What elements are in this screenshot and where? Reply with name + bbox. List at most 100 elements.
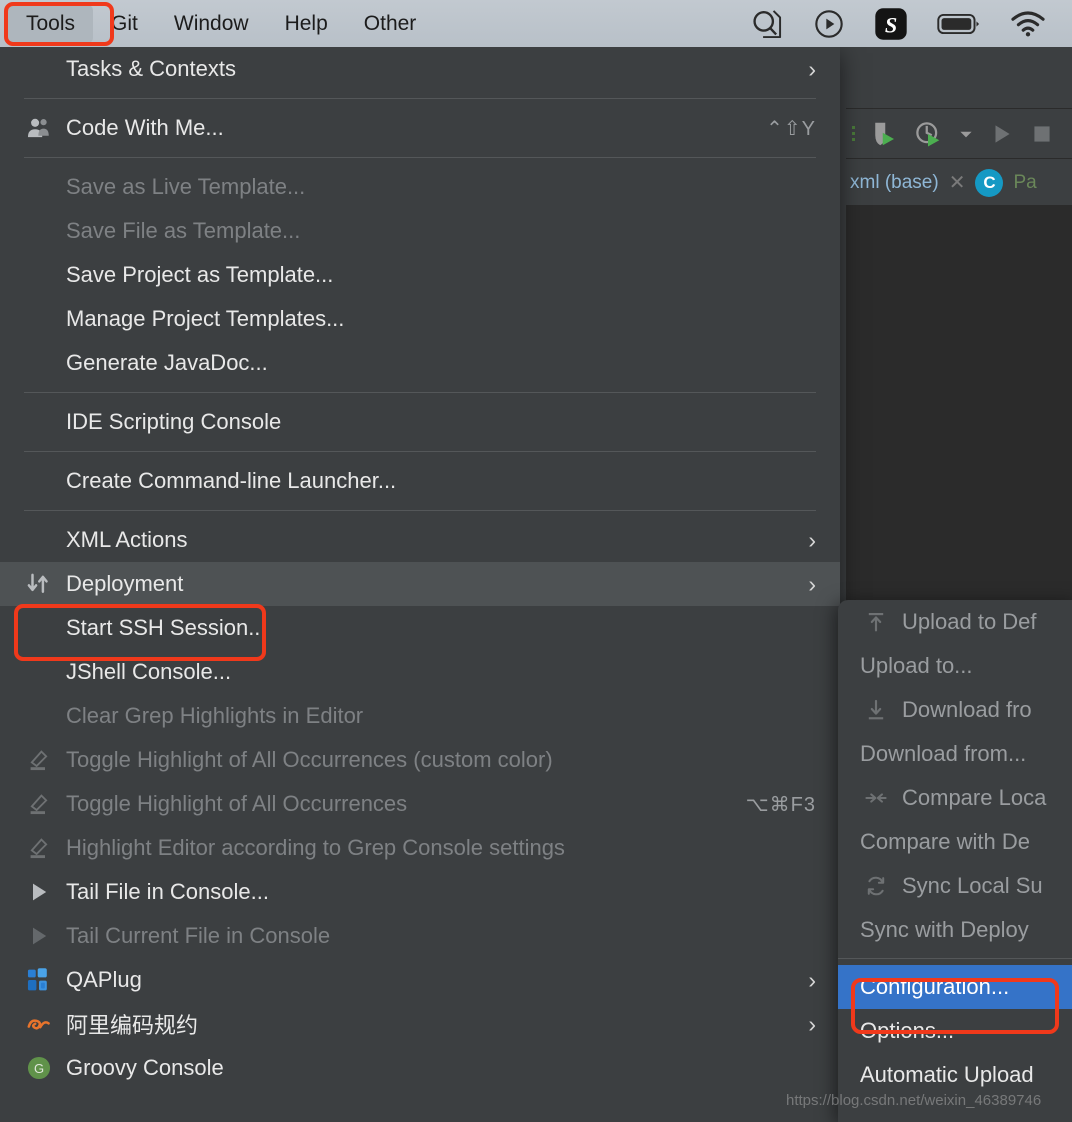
- marker-icon: [24, 792, 54, 816]
- play-triangle-icon: [24, 880, 54, 904]
- run-button-icon[interactable]: [989, 121, 1015, 147]
- control-center-play-icon[interactable]: [813, 8, 845, 40]
- menu-item-jshell-console[interactable]: JShell Console...: [0, 650, 840, 694]
- menu-item-label: Manage Project Templates...: [66, 306, 345, 331]
- menu-item-label: Code With Me...: [66, 115, 224, 140]
- submenu-item-compare-local[interactable]: Compare Loca: [838, 776, 1072, 820]
- menu-item-label: Save Project as Template...: [66, 262, 334, 287]
- menu-item-tail-current-file-in-console: Tail Current File in Console: [0, 914, 840, 958]
- menu-separator: [24, 510, 816, 511]
- chevron-down-icon[interactable]: [957, 125, 975, 143]
- menu-item-label: Highlight Editor according to Grep Conso…: [66, 835, 565, 860]
- menu-item-deployment[interactable]: Deployment ›: [0, 562, 840, 606]
- menu-item-label: Tail File in Console...: [66, 879, 269, 904]
- marker-icon: [24, 836, 54, 860]
- menu-item-generate-javadoc[interactable]: Generate JavaDoc...: [0, 341, 840, 385]
- submenu-item-configuration[interactable]: Configuration...: [838, 965, 1072, 1009]
- menu-item-label: Create Command-line Launcher...: [66, 468, 397, 493]
- menu-item-groovy-console[interactable]: G Groovy Console: [0, 1046, 840, 1090]
- menubar-item-help[interactable]: Help: [267, 5, 346, 43]
- submenu-item-label: Download fro: [902, 697, 1032, 722]
- s-app-icon[interactable]: S: [874, 7, 908, 41]
- submenu-item-sync-with-deployed[interactable]: Sync with Deploy: [838, 908, 1072, 952]
- menubar-item-other[interactable]: Other: [346, 5, 435, 43]
- sync-icon: [860, 874, 892, 898]
- submenu-item-label: Upload to...: [860, 653, 973, 678]
- menu-item-label: Save File as Template...: [66, 218, 301, 243]
- stop-button-icon[interactable]: [1029, 121, 1055, 147]
- svg-text:S: S: [885, 12, 897, 37]
- toolbar-dots-icon: [852, 126, 855, 141]
- menu-item-label: Groovy Console: [66, 1055, 224, 1080]
- submenu-item-label: Compare with De: [860, 829, 1030, 854]
- menu-item-save-project-as-template[interactable]: Save Project as Template...: [0, 253, 840, 297]
- menu-item-toggle-highlight-custom-color: Toggle Highlight of All Occurrences (cus…: [0, 738, 840, 782]
- spotlight-search-icon[interactable]: [750, 7, 784, 41]
- macos-menu-bar: Tools Git Window Help Other S: [0, 0, 1072, 47]
- submenu-item-options[interactable]: Options...: [838, 1009, 1072, 1053]
- chevron-right-icon: ›: [808, 570, 816, 597]
- chevron-right-icon: ›: [808, 1010, 816, 1037]
- menu-item-shortcut: ⌃⇧Y: [766, 117, 816, 140]
- menu-item-label: Tasks & Contexts: [66, 56, 236, 81]
- deployment-submenu: Upload to Def Upload to... Download fro …: [838, 600, 1072, 1122]
- submenu-item-upload-to[interactable]: Upload to...: [838, 644, 1072, 688]
- submenu-item-label: Options...: [860, 1018, 955, 1043]
- menubar-item-tools[interactable]: Tools: [8, 4, 94, 43]
- submenu-item-automatic-upload[interactable]: Automatic Upload: [838, 1053, 1072, 1097]
- tab-xml-base[interactable]: xml (base): [850, 172, 939, 194]
- submenu-item-download-from-default[interactable]: Download fro: [838, 688, 1072, 732]
- play-triangle-icon: [24, 924, 54, 948]
- chevron-right-icon: ›: [808, 55, 816, 82]
- menu-item-code-with-me[interactable]: Code With Me... ⌃⇧Y: [0, 106, 840, 150]
- upload-icon: [860, 610, 892, 634]
- menu-item-label: Toggle Highlight of All Occurrences: [66, 791, 408, 816]
- menu-item-save-as-live-template: Save as Live Template...: [0, 165, 840, 209]
- tab-close-icon[interactable]: ✕: [949, 170, 966, 195]
- menu-item-label: Save as Live Template...: [66, 174, 306, 199]
- menu-item-shortcut: ⌥⌘F3: [745, 793, 816, 816]
- menu-item-label: XML Actions: [66, 527, 188, 552]
- menu-item-start-ssh-session[interactable]: Start SSH Session...: [0, 606, 840, 650]
- download-icon: [860, 698, 892, 722]
- submenu-item-label: Sync with Deploy: [860, 917, 1029, 942]
- submenu-item-label: Automatic Upload: [860, 1062, 1034, 1087]
- menubar-item-window[interactable]: Window: [156, 5, 267, 43]
- menu-item-label: JShell Console...: [66, 659, 232, 684]
- submenu-item-sync-local-sub[interactable]: Sync Local Su: [838, 864, 1072, 908]
- submenu-item-label: Configuration...: [860, 974, 1010, 999]
- menu-item-xml-actions[interactable]: XML Actions ›: [0, 518, 840, 562]
- deployment-arrows-icon: [24, 571, 54, 597]
- menu-item-label: 阿里编码规约: [66, 1013, 199, 1038]
- groovy-icon: G: [24, 1055, 54, 1081]
- menu-item-clear-grep-highlights: Clear Grep Highlights in Editor: [0, 694, 840, 738]
- menu-item-tail-file-in-console[interactable]: Tail File in Console...: [0, 870, 840, 914]
- menu-item-manage-project-templates[interactable]: Manage Project Templates...: [0, 297, 840, 341]
- menu-item-tasks-contexts[interactable]: Tasks & Contexts ›: [0, 47, 840, 91]
- people-icon: [24, 115, 54, 141]
- run-with-coverage-icon[interactable]: [913, 119, 943, 149]
- battery-icon[interactable]: [937, 12, 981, 36]
- ide-editor-tabs: xml (base) ✕ C Pa: [846, 160, 1072, 205]
- submenu-item-label: Download from...: [860, 741, 1027, 766]
- menubar-item-git[interactable]: Git: [93, 5, 156, 43]
- submenu-item-label: Upload to Def: [902, 609, 1037, 634]
- menu-item-create-commandline-launcher[interactable]: Create Command-line Launcher...: [0, 459, 840, 503]
- menu-item-label: QAPlug: [66, 967, 142, 992]
- menu-item-ide-scripting-console[interactable]: IDE Scripting Console: [0, 400, 840, 444]
- menu-item-label: Tail Current File in Console: [66, 923, 331, 948]
- submenu-item-download-from[interactable]: Download from...: [838, 732, 1072, 776]
- menu-item-highlight-editor-grep-console: Highlight Editor according to Grep Conso…: [0, 826, 840, 870]
- menu-item-label: Start SSH Session...: [66, 615, 267, 640]
- submenu-item-compare-with-deployed[interactable]: Compare with De: [838, 820, 1072, 864]
- submenu-item-upload-to-default[interactable]: Upload to Def: [838, 600, 1072, 644]
- ide-toolbar: [846, 109, 1072, 159]
- tab-class-name[interactable]: Pa: [1013, 172, 1036, 194]
- menu-item-alibaba-coding-guidelines[interactable]: 阿里编码规约 ›: [0, 1002, 840, 1046]
- submenu-item-label: Compare Loca: [902, 785, 1047, 810]
- menu-item-label: Generate JavaDoc...: [66, 350, 268, 375]
- run-shield-icon[interactable]: [869, 119, 899, 149]
- wifi-icon[interactable]: [1010, 10, 1046, 37]
- menu-item-qaplug[interactable]: QAPlug ›: [0, 958, 840, 1002]
- submenu-item-label: Sync Local Su: [902, 873, 1043, 898]
